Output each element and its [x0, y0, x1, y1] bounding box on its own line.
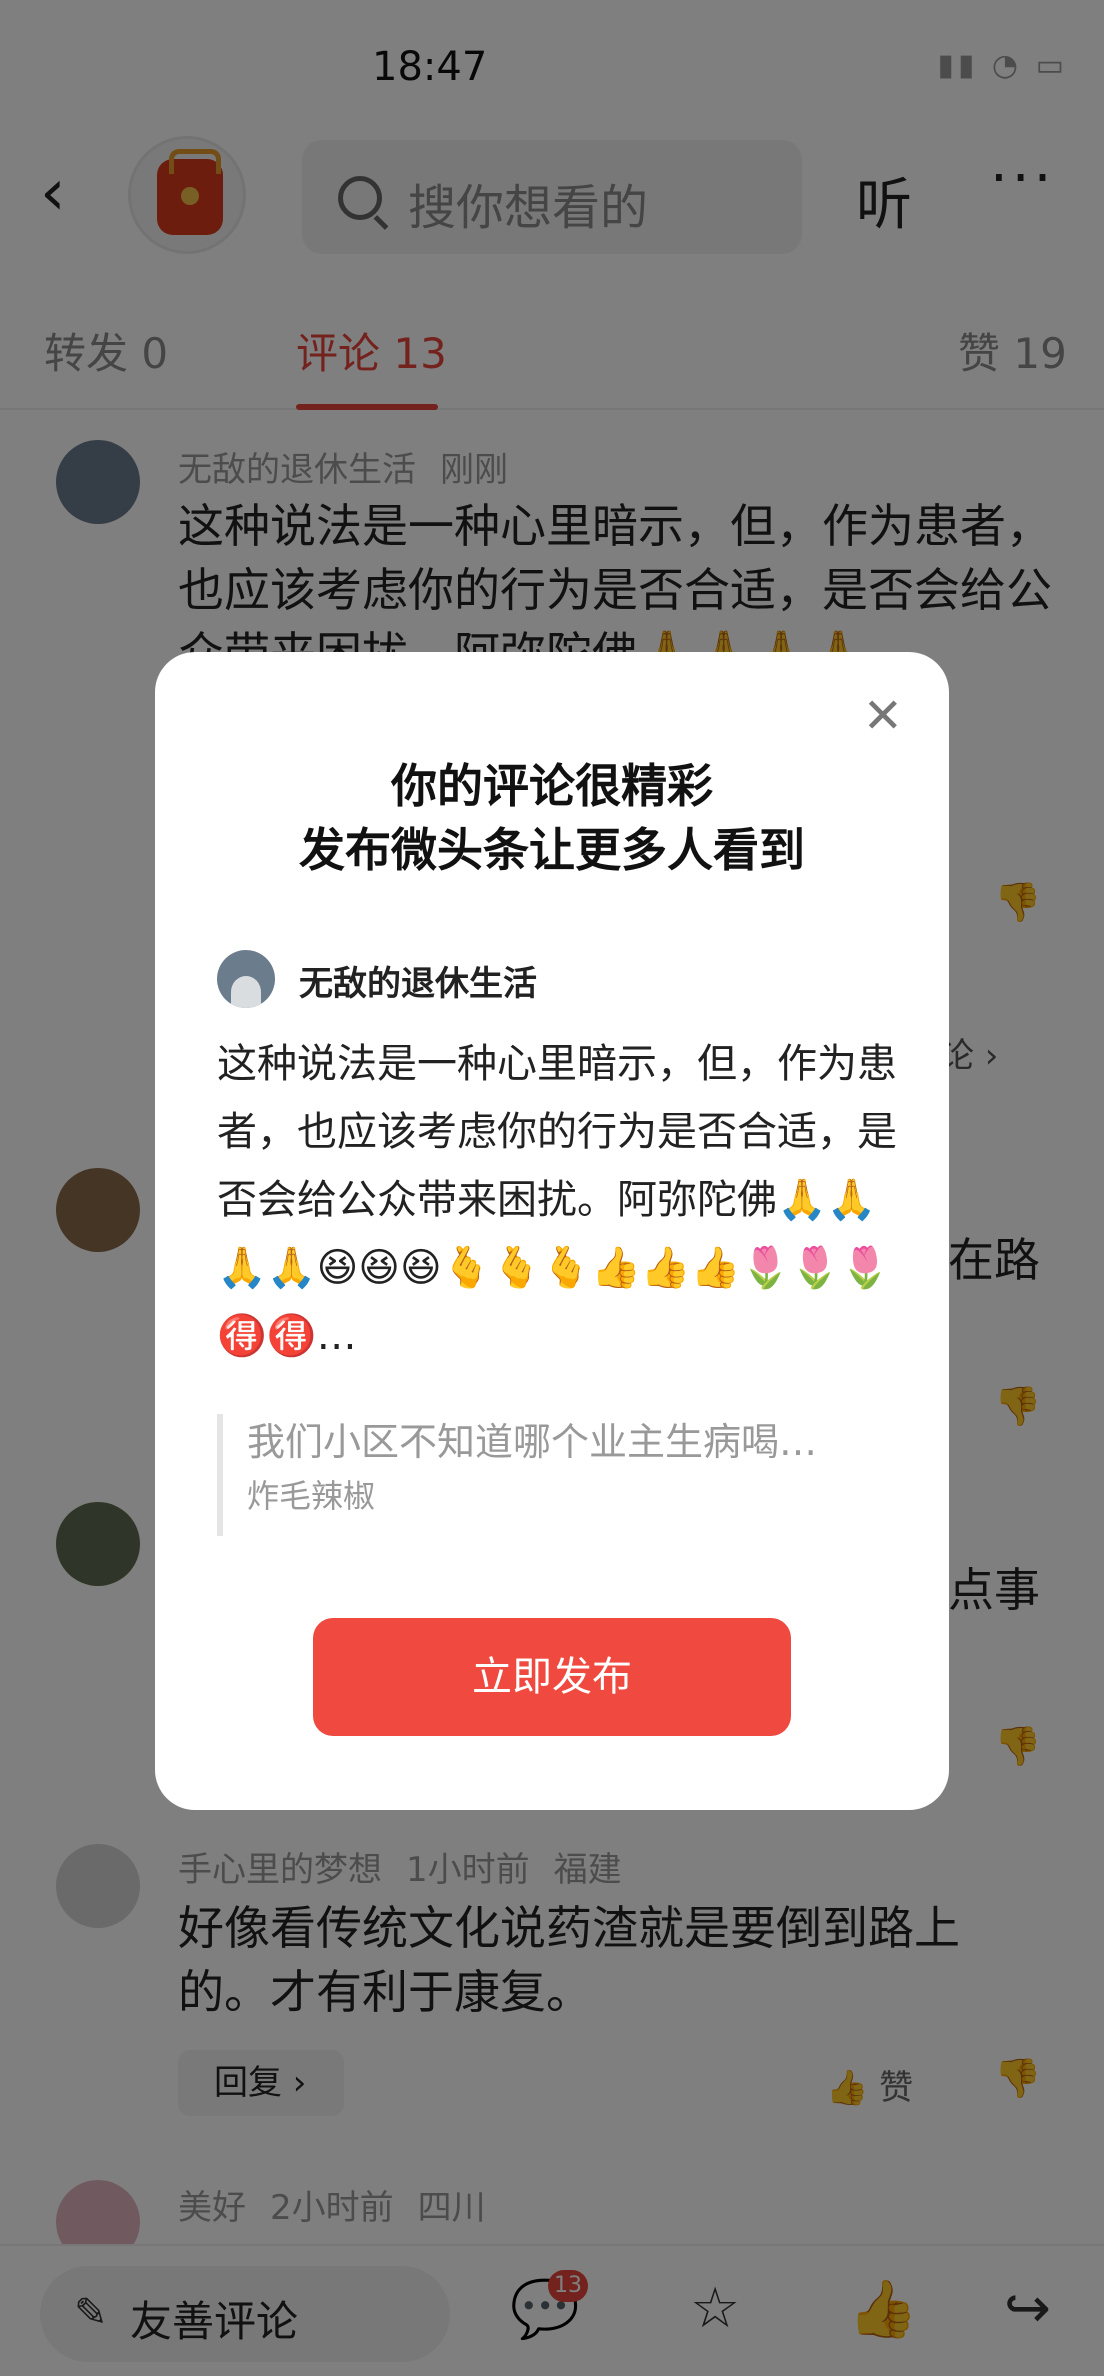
close-icon[interactable]: ✕ [863, 692, 903, 740]
quoted-post: 我们小区不知道哪个业主生病喝… 炸毛辣椒 [217, 1414, 897, 1536]
quote-text: 我们小区不知道哪个业主生病喝… [247, 1420, 818, 1464]
modal-comment-text: 这种说法是一种心里暗示，但，作为患者，也应该考虑你的行为是否合适，是否会给公众带… [217, 1041, 897, 1359]
modal-subtitle: 发布微头条让更多人看到 [299, 823, 805, 877]
publish-button[interactable]: 立即发布 [313, 1618, 791, 1736]
avatar [217, 950, 275, 1008]
publish-modal: ✕ 你的评论很精彩 发布微头条让更多人看到 无敌的退休生活 这种说法是一种心里暗… [155, 652, 949, 1810]
modal-title: 你的评论很精彩 [391, 759, 713, 813]
modal-username: 无敌的退休生活 [299, 964, 537, 1004]
quote-author: 炸毛辣椒 [247, 1477, 376, 1515]
